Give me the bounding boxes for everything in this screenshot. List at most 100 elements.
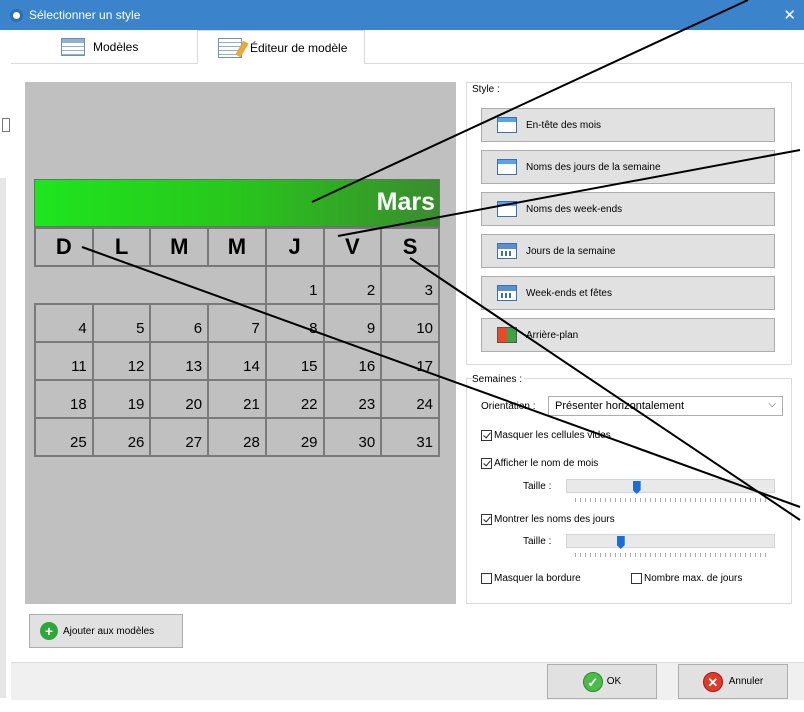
day-cell[interactable]: 15 xyxy=(264,341,325,381)
add-to-models-button[interactable]: + Ajouter aux modèles xyxy=(29,614,183,648)
day-cell[interactable]: 28 xyxy=(207,417,267,457)
day-cell[interactable]: 7 xyxy=(207,303,267,343)
hide-border-checkbox[interactable] xyxy=(481,573,492,584)
day-cell[interactable]: 21 xyxy=(207,379,267,419)
calendar-grid: D L M M J V S 123 4 5 6 7 8 9 10 11 12 13 14 15 16 1… xyxy=(34,227,440,457)
day-cell[interactable]: 22 xyxy=(264,379,325,419)
weeks-group-label: Semaines : xyxy=(472,374,525,385)
plus-icon: + xyxy=(40,622,58,640)
background-style-button[interactable]: Arrière-plan xyxy=(481,318,775,352)
day-cell[interactable]: 23 xyxy=(322,379,383,419)
day-header[interactable]: J xyxy=(264,227,325,267)
day-cell[interactable]: 17 xyxy=(380,341,440,381)
show-day-names-label: Montrer les noms des jours xyxy=(494,514,615,525)
max-days-label: Nombre max. de jours xyxy=(644,573,743,584)
empty-cell xyxy=(150,266,208,304)
day-header[interactable]: M xyxy=(149,227,210,267)
hide-empty-cells-checkbox[interactable] xyxy=(481,430,492,441)
check-icon: ✓ xyxy=(582,671,603,692)
day-cell[interactable]: 20 xyxy=(149,379,210,419)
style-button-label: Jours de la semaine xyxy=(526,245,616,257)
style-button-label: Noms des jours de la semaine xyxy=(526,161,661,173)
day-cell[interactable]: 10 xyxy=(380,303,440,343)
month-size-label: Taille : xyxy=(523,481,552,492)
day-cell[interactable]: 6 xyxy=(149,303,210,343)
hide-border-label: Masquer la bordure xyxy=(494,573,581,584)
day-cell[interactable]: 19 xyxy=(91,379,152,419)
month-header[interactable]: Mars xyxy=(34,179,440,227)
table-icon xyxy=(61,38,85,56)
style-button-label: Week-ends et fêtes xyxy=(526,287,612,299)
day-header[interactable]: M xyxy=(207,227,267,267)
style-group-label: Style : xyxy=(472,84,502,95)
style-button-label: Arrière-plan xyxy=(526,329,579,341)
day-cell[interactable]: 12 xyxy=(91,341,152,381)
background-window-edge xyxy=(0,30,11,712)
day-cell[interactable]: 30 xyxy=(322,417,383,457)
edit-template-icon xyxy=(218,37,242,58)
weekdays-style-button[interactable]: Jours de la semaine xyxy=(481,234,775,268)
day-cell[interactable]: 18 xyxy=(34,379,94,419)
show-day-names-checkbox[interactable] xyxy=(481,514,492,525)
ok-label: OK xyxy=(606,676,622,687)
day-cell[interactable]: 2 xyxy=(322,265,383,305)
weekends-holidays-style-button[interactable]: Week-ends et fêtes xyxy=(481,276,775,310)
window-icon xyxy=(497,117,517,133)
day-cell[interactable]: 11 xyxy=(34,341,94,381)
month-header-style-button[interactable]: En-tête des mois xyxy=(481,108,775,142)
background-icon xyxy=(497,327,517,343)
max-days-checkbox[interactable] xyxy=(631,573,642,584)
app-icon xyxy=(10,9,23,22)
day-cell[interactable]: 31 xyxy=(380,417,440,457)
month-size-slider[interactable] xyxy=(566,479,775,502)
title-bar: Sélectionner un style ✕ xyxy=(0,0,804,30)
tab-strip: Modèles Éditeur de modèle xyxy=(11,30,804,65)
day-cell[interactable]: 14 xyxy=(207,341,267,381)
empty-cell xyxy=(93,266,151,304)
style-button-label: En-tête des mois xyxy=(526,119,602,131)
day-cell[interactable]: 9 xyxy=(322,303,383,343)
day-cell[interactable]: 16 xyxy=(322,341,383,381)
background-window-strip xyxy=(0,700,804,712)
day-cell[interactable]: 13 xyxy=(149,341,210,381)
day-header[interactable]: V xyxy=(322,227,383,267)
window-title: Sélectionner un style xyxy=(29,8,141,22)
add-to-models-label: Ajouter aux modèles xyxy=(63,625,155,637)
day-cell[interactable]: 1 xyxy=(264,265,325,305)
tab-models[interactable]: Modèles xyxy=(29,30,207,64)
show-month-name-label: Afficher le nom de mois xyxy=(494,458,599,469)
day-cell[interactable]: 5 xyxy=(91,303,152,343)
day-header[interactable]: S xyxy=(380,227,440,267)
tab-models-label: Modèles xyxy=(93,40,139,54)
x-icon: ✕ xyxy=(702,671,723,692)
slider-thumb[interactable] xyxy=(632,481,641,494)
day-cell[interactable]: 24 xyxy=(380,379,440,419)
day-cell[interactable]: 25 xyxy=(34,417,94,457)
window-icon xyxy=(497,201,517,217)
style-button-label: Noms des week-ends xyxy=(526,203,623,215)
ok-button[interactable]: ✓ OK xyxy=(547,664,657,699)
day-size-label: Taille : xyxy=(523,536,552,547)
orientation-label: Orientation : xyxy=(481,401,536,412)
weekday-names-style-button[interactable]: Noms des jours de la semaine xyxy=(481,150,775,184)
day-size-slider[interactable] xyxy=(566,534,775,557)
calendar-icon xyxy=(497,285,517,301)
day-header[interactable]: D xyxy=(34,227,94,267)
show-month-name-checkbox[interactable] xyxy=(481,458,492,469)
orientation-select[interactable]: Présenter horizontalement ⌵ xyxy=(548,396,783,416)
calendar-icon xyxy=(497,243,517,259)
day-cell[interactable]: 29 xyxy=(264,417,325,457)
day-cell[interactable]: 8 xyxy=(264,303,325,343)
close-icon[interactable]: ✕ xyxy=(783,6,796,24)
day-cell[interactable]: 26 xyxy=(91,417,152,457)
day-cell[interactable]: 27 xyxy=(149,417,210,457)
weekend-names-style-button[interactable]: Noms des week-ends xyxy=(481,192,775,226)
cancel-button[interactable]: ✕ Annuler xyxy=(678,664,788,699)
slider-thumb[interactable] xyxy=(616,536,625,549)
window-icon xyxy=(497,159,517,175)
day-header[interactable]: L xyxy=(91,227,152,267)
hide-empty-cells-label: Masquer les cellules vides xyxy=(494,430,611,441)
day-cell[interactable]: 4 xyxy=(34,303,94,343)
day-cell[interactable]: 3 xyxy=(380,265,440,305)
tab-template-editor[interactable]: Éditeur de modèle xyxy=(197,30,365,65)
